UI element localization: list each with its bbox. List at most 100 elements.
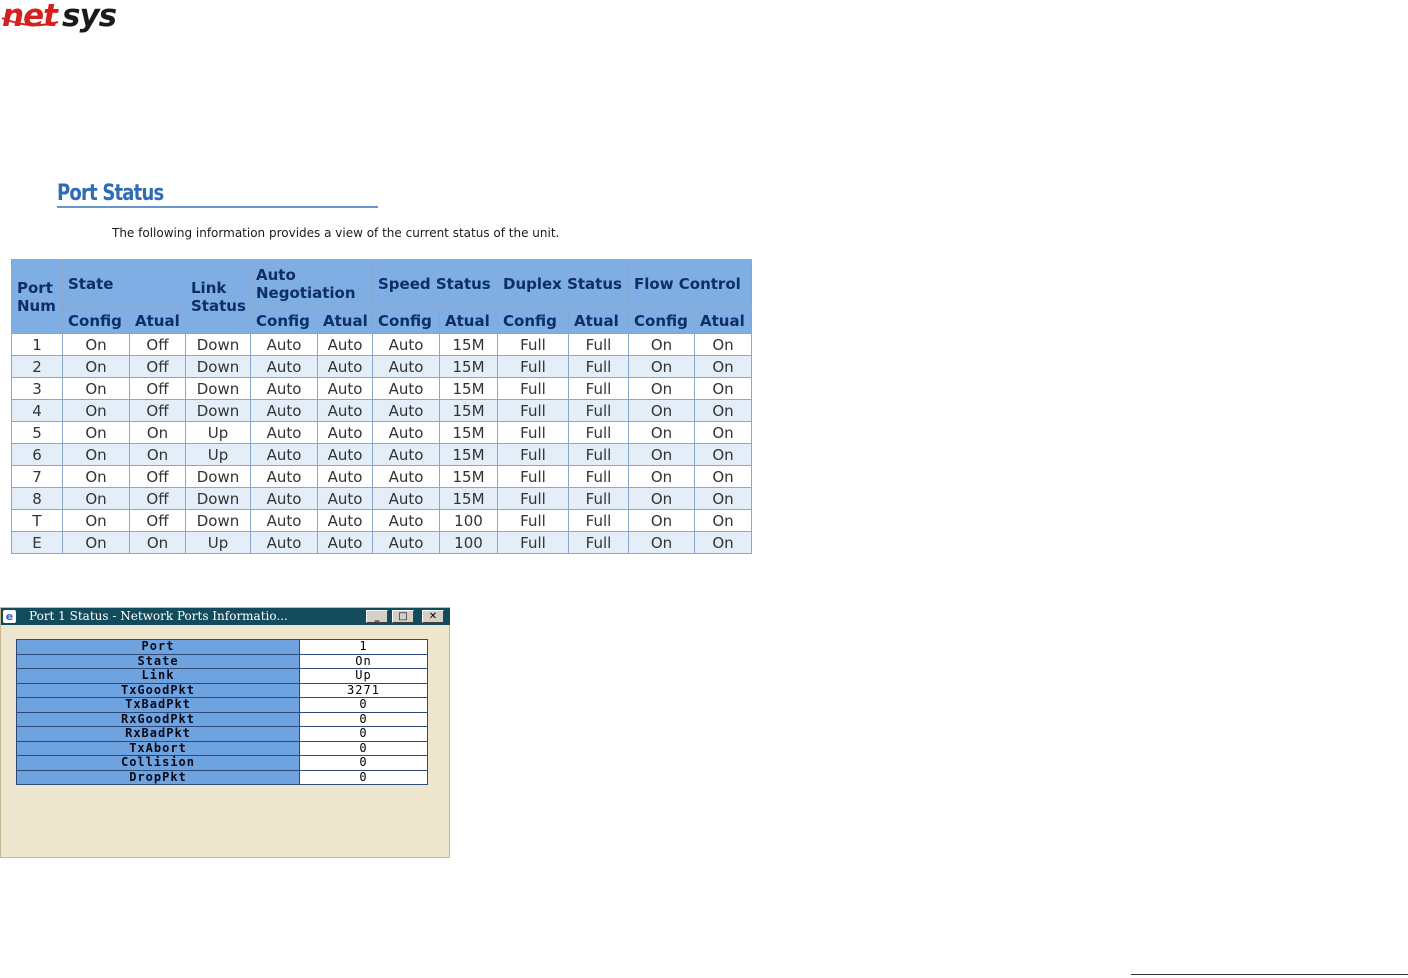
cell-autoneg-actual: Auto — [317, 509, 373, 532]
port-status-table: Port Num State Link Status Auto Negotiat… — [11, 259, 752, 554]
cell-flow-actual: On — [694, 377, 752, 400]
cell-link-status: Down — [185, 509, 251, 532]
cell-flow-config: On — [628, 355, 695, 378]
cell-autoneg-config: Auto — [250, 465, 318, 488]
cell-state-config: On — [62, 465, 130, 488]
stat-value: 0 — [299, 740, 428, 756]
maximize-button[interactable]: □ — [392, 610, 414, 623]
cell-duplex-config: Full — [497, 531, 569, 554]
cell-autoneg-actual: Auto — [317, 333, 373, 356]
cell-duplex-config: Full — [497, 443, 569, 466]
stat-value: 1 — [299, 639, 428, 655]
cell-flow-actual: On — [694, 333, 752, 356]
cell-duplex-actual: Full — [568, 377, 629, 400]
cell-autoneg-config: Auto — [250, 355, 318, 378]
cell-port-num: T — [11, 509, 63, 532]
minimize-button[interactable]: _ — [366, 610, 388, 623]
cell-port-num: 2 — [11, 355, 63, 378]
cell-flow-config: On — [628, 399, 695, 422]
stats-row: Collision 0 — [16, 755, 428, 771]
stat-value: 0 — [299, 697, 428, 713]
stats-row: TxGoodPkt 3271 — [16, 682, 428, 698]
cell-state-config: On — [62, 443, 130, 466]
netsys-logo: net sys — [0, 0, 130, 40]
stat-value: 0 — [299, 726, 428, 742]
cell-link-status: Down — [185, 465, 251, 488]
stats-row: DropPkt 0 — [16, 769, 428, 785]
cell-state-config: On — [62, 509, 130, 532]
cell-autoneg-actual: Auto — [317, 399, 373, 422]
cell-speed-actual: 15M — [439, 443, 498, 466]
cell-autoneg-config: Auto — [250, 377, 318, 400]
cell-speed-actual: 100 — [439, 531, 498, 554]
cell-speed-actual: 100 — [439, 509, 498, 532]
cell-port-num: 5 — [11, 421, 63, 444]
cell-speed-actual: 15M — [439, 333, 498, 356]
cell-flow-actual: On — [694, 465, 752, 488]
cell-flow-config: On — [628, 531, 695, 554]
cell-duplex-config: Full — [497, 487, 569, 510]
stat-label: TxAbort — [16, 740, 300, 756]
header-auto-negotiation: Auto Negotiation — [250, 259, 373, 309]
cell-state-actual: Off — [129, 399, 186, 422]
header-state: State — [62, 259, 186, 309]
page-description: The following information provides a vie… — [112, 226, 560, 240]
stats-row: Link Up — [16, 668, 428, 684]
cell-speed-config: Auto — [372, 377, 440, 400]
cell-duplex-config: Full — [497, 421, 569, 444]
header-speed-status: Speed Status — [372, 259, 498, 309]
cell-autoneg-config: Auto — [250, 399, 318, 422]
stats-row: RxGoodPkt 0 — [16, 711, 428, 727]
header-link-status: Link Status — [185, 259, 251, 334]
table-row: 1 On Off Down Auto Auto Auto 15M Full Full On On — [11, 333, 752, 356]
cell-port-num: E — [11, 531, 63, 554]
stats-row: Port 1 — [16, 639, 428, 655]
close-button[interactable]: ✕ — [422, 610, 444, 623]
cell-autoneg-actual: Auto — [317, 443, 373, 466]
cell-flow-actual: On — [694, 443, 752, 466]
table-row: 3 On Off Down Auto Auto Auto 15M Full Full On On — [11, 377, 752, 400]
table-row: 2 On Off Down Auto Auto Auto 15M Full Full On On — [11, 355, 752, 378]
cell-autoneg-actual: Auto — [317, 487, 373, 510]
port-statistics-table: Port 1 State On Link Up TxGoodPkt 3271 TxBadPkt 0… — [16, 639, 428, 785]
cell-autoneg-actual: Auto — [317, 531, 373, 554]
cell-port-num: 1 — [11, 333, 63, 356]
logo-sys-text: sys — [62, 0, 117, 34]
cell-link-status: Up — [185, 421, 251, 444]
cell-duplex-actual: Full — [568, 333, 629, 356]
popup-title: Port 1 Status - Network Ports Informatio… — [29, 609, 288, 623]
cell-flow-config: On — [628, 509, 695, 532]
cell-autoneg-actual: Auto — [317, 377, 373, 400]
cell-flow-actual: On — [694, 399, 752, 422]
cell-flow-config: On — [628, 333, 695, 356]
popup-titlebar[interactable]: e Port 1 Status - Network Ports Informat… — [1, 608, 450, 625]
stat-label: State — [16, 653, 300, 669]
cell-duplex-config: Full — [497, 399, 569, 422]
stat-label: Port — [16, 639, 300, 655]
table-row: 5 On On Up Auto Auto Auto 15M Full Full On On — [11, 421, 752, 444]
cell-autoneg-config: Auto — [250, 443, 318, 466]
stats-row: TxAbort 0 — [16, 740, 428, 756]
header-state-actual: Atual — [129, 308, 186, 334]
stat-label: Collision — [16, 755, 300, 771]
cell-duplex-actual: Full — [568, 509, 629, 532]
cell-port-num: 7 — [11, 465, 63, 488]
cell-state-config: On — [62, 487, 130, 510]
cell-flow-actual: On — [694, 487, 752, 510]
cell-speed-config: Auto — [372, 443, 440, 466]
header-speed-config: Config — [372, 308, 440, 334]
cell-flow-actual: On — [694, 531, 752, 554]
cell-flow-actual: On — [694, 421, 752, 444]
cell-speed-config: Auto — [372, 399, 440, 422]
cell-speed-config: Auto — [372, 487, 440, 510]
cell-autoneg-actual: Auto — [317, 355, 373, 378]
cell-link-status: Up — [185, 443, 251, 466]
browser-icon: e — [3, 610, 16, 623]
cell-link-status: Up — [185, 531, 251, 554]
stat-value: 0 — [299, 755, 428, 771]
header-state-config: Config — [62, 308, 130, 334]
cell-duplex-actual: Full — [568, 355, 629, 378]
header-flow-control: Flow Control — [628, 259, 752, 309]
cell-autoneg-config: Auto — [250, 531, 318, 554]
cell-speed-actual: 15M — [439, 377, 498, 400]
